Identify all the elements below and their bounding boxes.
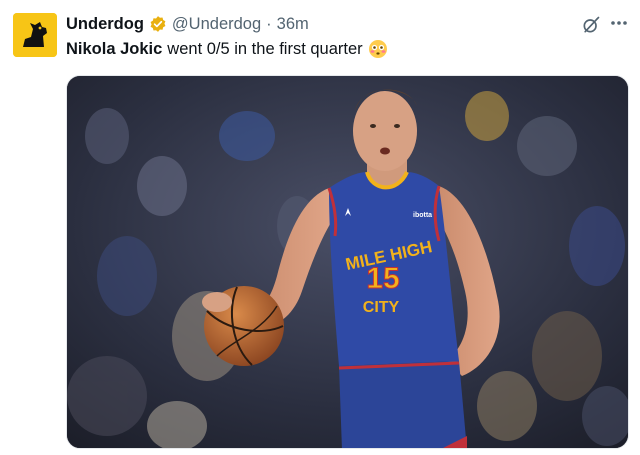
grok-icon[interactable] [580, 14, 602, 36]
verified-badge-icon [149, 15, 167, 33]
flushed-face-emoji-icon [368, 39, 388, 59]
tweet: Underdog @Underdog · 36m Nikola Jokic we… [0, 0, 640, 455]
jersey-sponsor: ibotta [413, 212, 432, 219]
tweet-text: Nikola Jokic went 0/5 in the first quart… [66, 38, 388, 60]
tweet-text-name: Nikola Jokic [66, 40, 163, 58]
more-icon[interactable] [608, 12, 630, 34]
tweet-header: Underdog @Underdog · 36m [66, 14, 309, 34]
separator: · [266, 15, 272, 33]
tweet-photo[interactable]: MILE HIGH 15 CITY ibotta [66, 75, 629, 449]
underdog-dog-logo-icon [13, 13, 57, 57]
display-name[interactable]: Underdog [66, 14, 144, 34]
timestamp[interactable]: 36m [277, 14, 309, 34]
jersey-line2: CITY [363, 299, 400, 316]
avatar[interactable] [13, 13, 57, 57]
jersey-number: 15 [366, 262, 399, 295]
handle[interactable]: @Underdog [172, 14, 261, 34]
tweet-text-body: went 0/5 in the first quarter [167, 40, 363, 58]
basketball-player-photo: MILE HIGH 15 CITY ibotta [67, 76, 628, 448]
